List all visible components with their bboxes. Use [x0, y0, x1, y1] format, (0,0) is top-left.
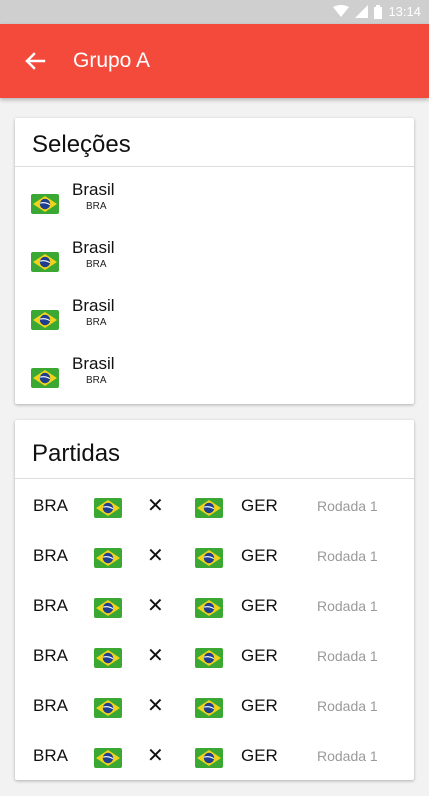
match-list-item[interactable]: BRA ✕ GER Rodada 1: [15, 646, 414, 696]
team-code: BRA: [86, 375, 107, 386]
brazil-flag-icon: [195, 498, 223, 523]
team-code: BRA: [86, 317, 107, 328]
brazil-flag-icon: [94, 548, 122, 573]
brazil-flag-icon: [94, 748, 122, 773]
team-name: Brasil: [72, 238, 115, 257]
brazil-flag-icon: [94, 598, 122, 623]
away-team-code: GER: [241, 546, 278, 565]
divider: [15, 166, 414, 167]
versus-icon: ✕: [147, 695, 164, 717]
home-team-code: BRA: [33, 496, 68, 515]
away-team-code: GER: [241, 596, 278, 615]
match-list-item[interactable]: BRA ✕ GER Rodada 1: [15, 696, 414, 746]
brazil-flag-icon: [94, 648, 122, 673]
match-list-item[interactable]: BRA ✕ GER Rodada 1: [15, 546, 414, 596]
matches-card: Partidas BRA ✕ GER Rodada 1 BRA ✕ GER Rodada 1B…: [15, 420, 414, 780]
team-code: BRA: [86, 259, 107, 270]
wifi-icon: [333, 5, 350, 17]
versus-icon: ✕: [147, 745, 164, 767]
brazil-flag-icon: [31, 252, 59, 277]
away-team-code: GER: [241, 646, 278, 665]
away-team-code: GER: [241, 696, 278, 715]
match-list-item[interactable]: BRA ✕ GER Rodada 1: [15, 496, 414, 546]
team-code: BRA: [86, 201, 107, 212]
signal-icon: [355, 5, 369, 18]
match-round: Rodada 1: [317, 648, 378, 664]
brazil-flag-icon: [31, 368, 59, 393]
home-team-code: BRA: [33, 646, 68, 665]
team-name: Brasil: [72, 354, 115, 373]
match-round: Rodada 1: [317, 498, 378, 514]
away-team-code: GER: [241, 496, 278, 515]
home-team-code: BRA: [33, 696, 68, 715]
match-round: Rodada 1: [317, 748, 378, 764]
status-time: 13:14: [388, 4, 421, 19]
team-name: Brasil: [72, 296, 115, 315]
status-bar: 13:14: [0, 0, 429, 24]
team-list-item[interactable]: Brasil BRA: [15, 238, 414, 296]
teams-card: Seleções Brasil BRA Brasil BRA Brasil BRA Bras…: [15, 118, 414, 404]
brazil-flag-icon: [195, 748, 223, 773]
brazil-flag-icon: [31, 194, 59, 219]
brazil-flag-icon: [195, 698, 223, 723]
match-round: Rodada 1: [317, 598, 378, 614]
brazil-flag-icon: [31, 310, 59, 335]
battery-icon: [374, 4, 383, 19]
match-list-item[interactable]: BRA ✕ GER Rodada 1: [15, 746, 414, 796]
page-title: Grupo A: [73, 49, 151, 72]
versus-icon: ✕: [147, 495, 164, 517]
home-team-code: BRA: [33, 596, 68, 615]
versus-icon: ✕: [147, 545, 164, 567]
brazil-flag-icon: [195, 548, 223, 573]
away-team-code: GER: [241, 746, 278, 765]
app-bar: Grupo A: [0, 24, 429, 98]
matches-card-title: Partidas: [32, 440, 121, 467]
teams-card-title: Seleções: [32, 131, 131, 158]
match-round: Rodada 1: [317, 698, 378, 714]
versus-icon: ✕: [147, 645, 164, 667]
match-list-item[interactable]: BRA ✕ GER Rodada 1: [15, 596, 414, 646]
team-list-item[interactable]: Brasil BRA: [15, 296, 414, 354]
back-arrow-icon[interactable]: [20, 46, 50, 76]
brazil-flag-icon: [94, 698, 122, 723]
brazil-flag-icon: [195, 598, 223, 623]
divider: [15, 478, 414, 479]
team-list-item[interactable]: Brasil BRA: [15, 354, 414, 412]
team-name: Brasil: [72, 180, 115, 199]
match-round: Rodada 1: [317, 548, 378, 564]
home-team-code: BRA: [33, 746, 68, 765]
brazil-flag-icon: [94, 498, 122, 523]
brazil-flag-icon: [195, 648, 223, 673]
versus-icon: ✕: [147, 595, 164, 617]
team-list-item[interactable]: Brasil BRA: [15, 180, 414, 238]
home-team-code: BRA: [33, 546, 68, 565]
